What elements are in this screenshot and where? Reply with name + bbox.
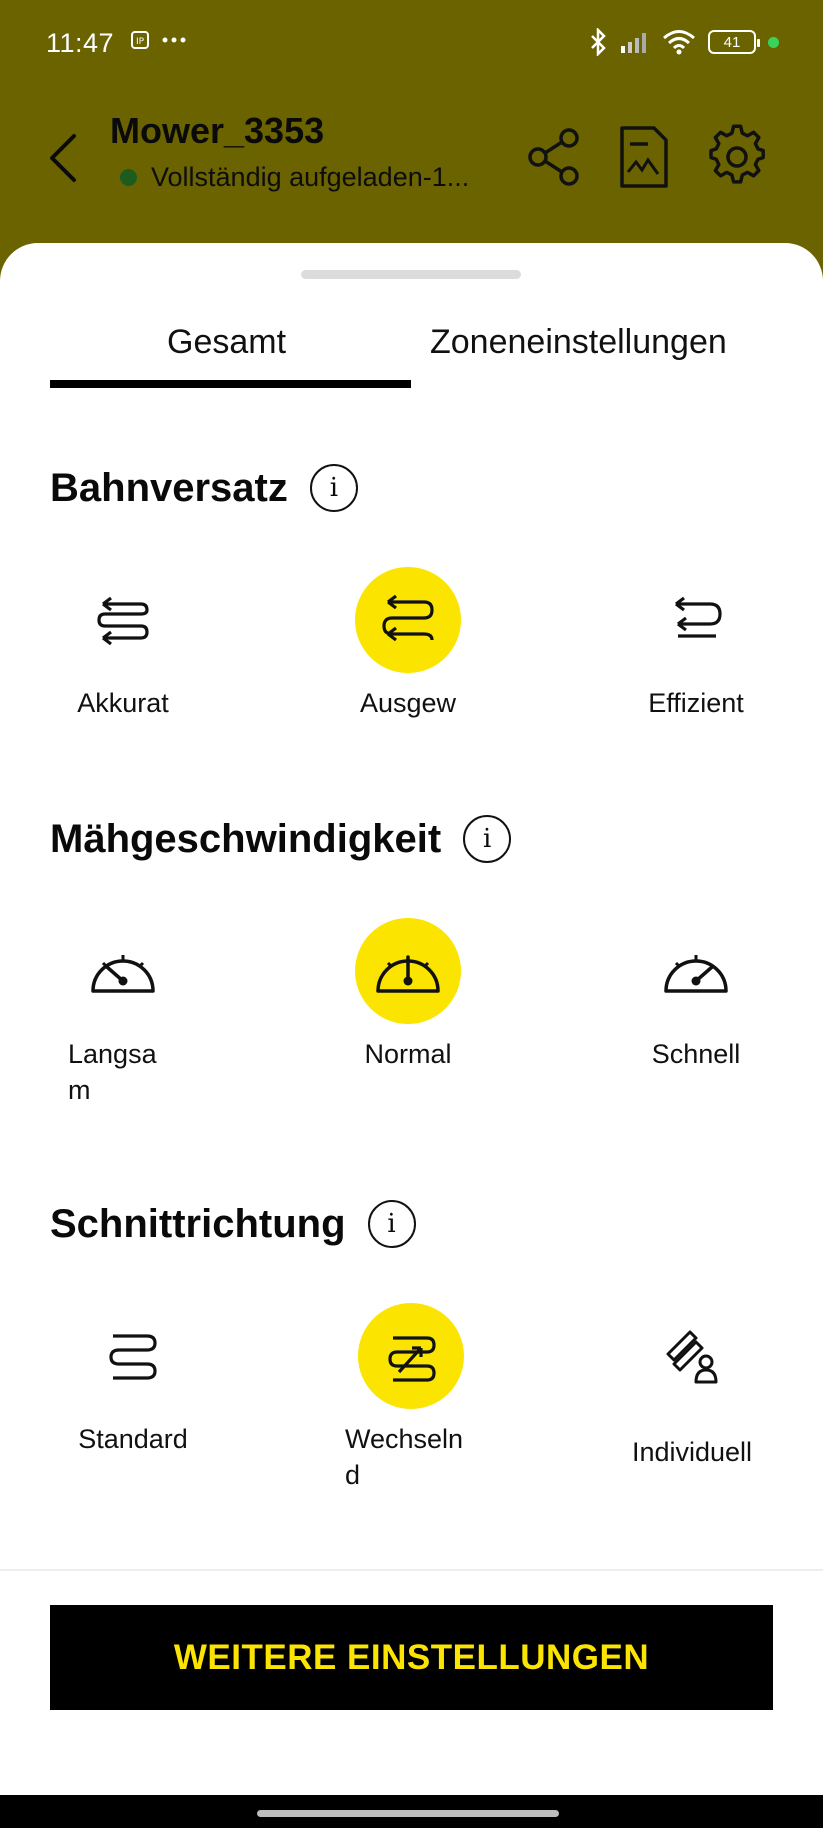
section-title-text: Mähgeschwindigkeit [50, 816, 442, 861]
active-tab-indicator [50, 380, 411, 388]
device-title: Mower_3353 [110, 110, 325, 151]
status-time: 11:47 [46, 28, 115, 58]
device-status-text: Vollständig aufgeladen-1... [151, 162, 470, 192]
status-system-icons: 41 [588, 28, 779, 56]
option-label: Ausgew [359, 688, 457, 718]
notification-app-icon: IP [131, 31, 149, 49]
sheet-drag-handle[interactable] [301, 270, 521, 279]
wifi-icon [663, 30, 695, 55]
option-effizient[interactable]: Effizient [636, 567, 756, 721]
bluetooth-icon [591, 28, 606, 56]
speed-slow-icon [70, 918, 176, 1024]
info-icon[interactable]: i [463, 815, 512, 863]
option-label: Schnell [651, 1039, 741, 1069]
battery-level: 41 [723, 33, 741, 51]
status-bar: 11:47 IP 41 [0, 0, 823, 90]
path-offset-balanced-icon [355, 567, 461, 673]
option-schnell[interactable]: Schnell [636, 918, 756, 1072]
svg-text:IP: IP [136, 37, 145, 47]
share-icon[interactable] [524, 124, 584, 190]
option-individuell[interactable]: Individuell [622, 1303, 762, 1470]
app-header: Mower_3353 Vollständig aufgeladen-1... [0, 90, 823, 242]
option-label: Akkurat [77, 688, 169, 718]
info-icon[interactable]: i [367, 1200, 416, 1248]
path-offset-efficient-icon [643, 567, 749, 673]
option-label: Normal [364, 1039, 452, 1069]
device-status: Vollständig aufgeladen-1... [120, 162, 469, 193]
option-label: Wechseln d [345, 1424, 464, 1490]
option-standard[interactable]: Standard [73, 1303, 193, 1457]
option-ausgew[interactable]: Ausgew [348, 567, 468, 721]
status-notification-icons: IP [130, 30, 186, 50]
option-label: Standard [78, 1424, 188, 1454]
direction-alternating-icon [358, 1303, 464, 1409]
direction-standard-icon [80, 1303, 186, 1409]
tab-bar: Gesamt Zoneneinstellungen [50, 323, 773, 393]
system-navigation-bar [0, 1795, 823, 1828]
section-title-maehgeschwindigkeit: Mähgeschwindigkeit i [50, 815, 512, 863]
path-offset-accurate-icon [70, 567, 176, 673]
battery-icon: 41 [708, 30, 760, 54]
option-langsam[interactable]: Langsa m [63, 918, 183, 1108]
option-wechselnd[interactable]: Wechseln d [345, 1303, 475, 1493]
option-label: Individuell [631, 1437, 753, 1467]
status-dot-icon [120, 169, 137, 186]
settings-sheet: Gesamt Zoneneinstellungen Bahnversatz i … [0, 243, 823, 1795]
more-notifications-icon [162, 37, 186, 43]
option-normal[interactable]: Normal [348, 918, 468, 1072]
option-akkurat[interactable]: Akkurat [63, 567, 183, 721]
tab-gesamt[interactable]: Gesamt [167, 323, 286, 362]
tab-zoneneinstellungen[interactable]: Zoneneinstellungen [430, 323, 727, 362]
direction-custom-icon [639, 1303, 745, 1409]
settings-gear-icon[interactable] [707, 124, 767, 190]
footer-divider [0, 1569, 823, 1571]
back-button[interactable] [44, 128, 84, 188]
option-label: Langsa m [68, 1039, 157, 1105]
signal-icon [621, 33, 646, 53]
section-title-bahnversatz: Bahnversatz i [50, 464, 358, 512]
option-label: Effizient [648, 688, 744, 718]
info-icon[interactable]: i [309, 464, 358, 512]
more-settings-button[interactable]: WEITERE EINSTELLUNGEN [50, 1605, 773, 1710]
speed-normal-icon [355, 918, 461, 1024]
report-icon[interactable] [614, 124, 674, 190]
home-gesture-handle[interactable] [257, 1810, 559, 1817]
privacy-indicator-dot [768, 36, 779, 48]
speed-fast-icon [643, 918, 749, 1024]
section-title-text: Schnittrichtung [50, 1201, 346, 1246]
section-title-text: Bahnversatz [50, 465, 288, 510]
section-title-schnittrichtung: Schnittrichtung i [50, 1200, 416, 1248]
